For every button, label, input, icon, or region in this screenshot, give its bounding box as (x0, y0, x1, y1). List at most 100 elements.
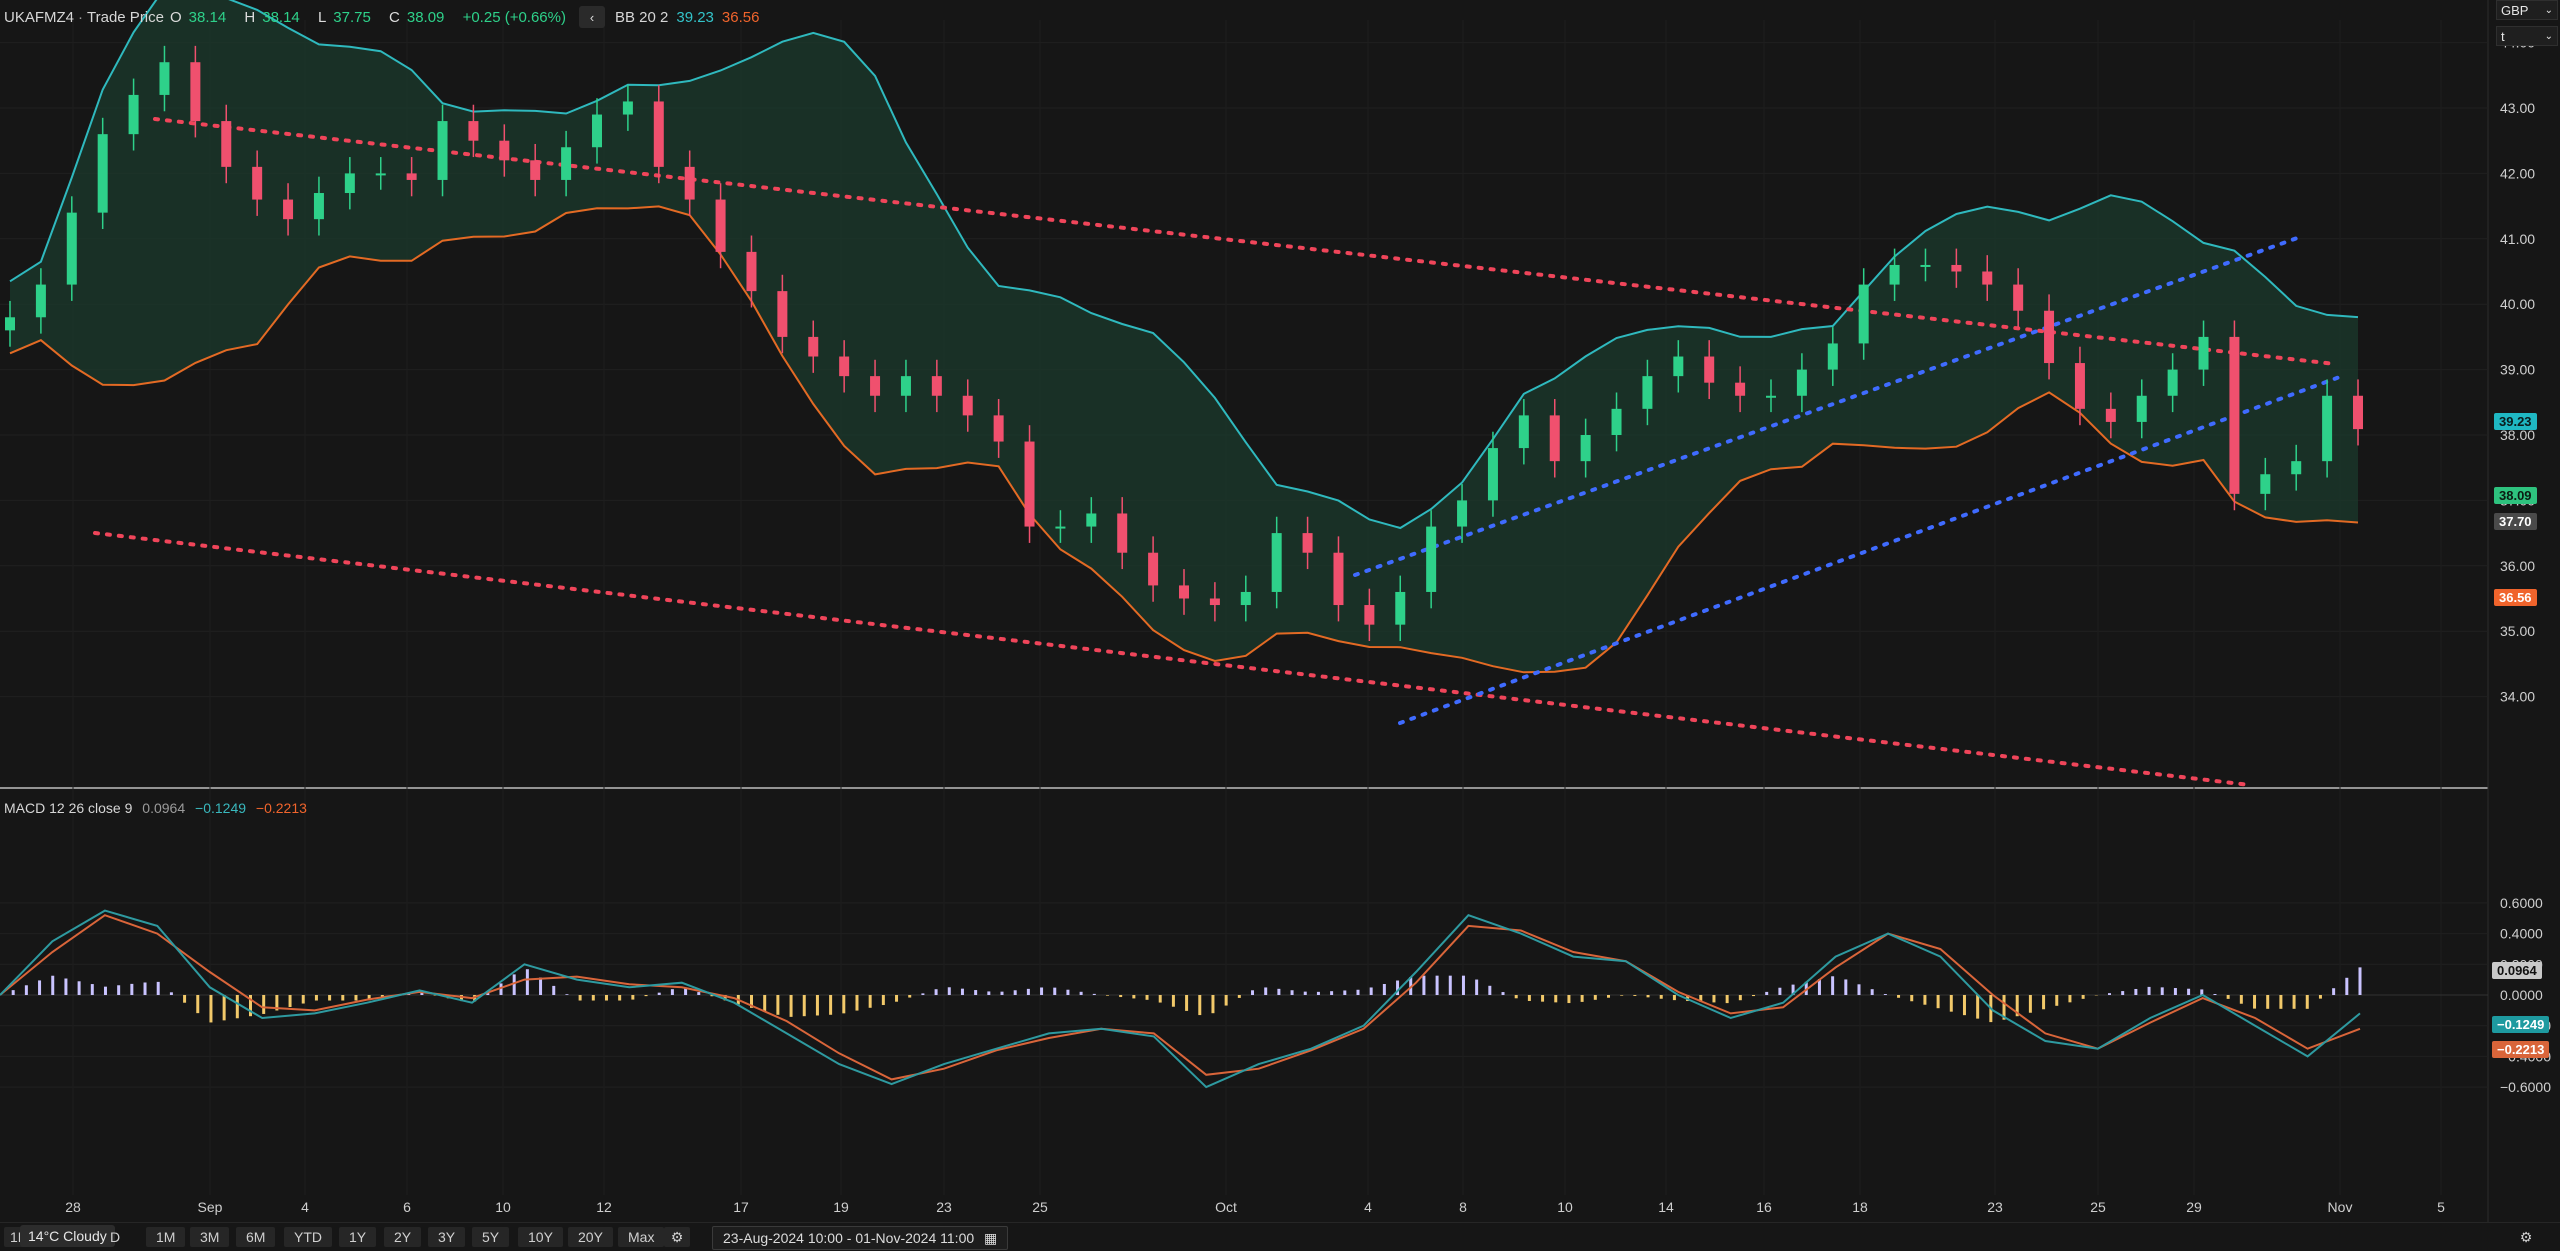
candle-body (1487, 448, 1498, 501)
candle-body (1580, 435, 1591, 462)
range-button-3m[interactable]: 3M (190, 1227, 230, 1247)
range-button-3y[interactable]: 3Y (428, 1227, 466, 1247)
candle-body (2260, 474, 2271, 494)
time-tick-label: 16 (1756, 1199, 1772, 1215)
candle-body (1611, 408, 1622, 435)
candle-body (1858, 284, 1869, 344)
range-button-5y[interactable]: 5Y (472, 1227, 510, 1247)
time-tick-label: 10 (495, 1199, 511, 1215)
symbol-label: UKAFMZ4 (4, 8, 75, 26)
candle-body (870, 376, 881, 396)
candle-body (66, 212, 77, 285)
range-button-ytd[interactable]: YTD (284, 1227, 332, 1247)
price-tick-label: 41.00 (2500, 231, 2535, 247)
candle-body (2167, 369, 2178, 396)
candle-body (2044, 310, 2055, 364)
chart-canvas[interactable]: 44.0043.0042.0041.0040.0039.0038.0037.00… (0, 0, 2560, 1250)
candle-body (2074, 363, 2085, 409)
candle-body (530, 160, 541, 180)
date-range-picker[interactable]: 23-Aug-2024 10:00 - 01-Nov-2024 11:00 ▦ (712, 1226, 1009, 1250)
candle-body (1148, 552, 1159, 586)
candle-body (97, 134, 108, 213)
time-tick-label: 5 (2437, 1199, 2445, 1215)
unit-select[interactable]: t ⌄ (2496, 26, 2558, 46)
candle-body (592, 114, 602, 148)
candle-body (1086, 513, 1097, 527)
candle-body (1982, 271, 1993, 285)
candle-body (468, 121, 479, 141)
macd-tick-label: −0.6000 (2500, 1079, 2551, 1095)
weather-widget[interactable]: 14°C Cloudy (20, 1225, 115, 1247)
time-tick-label: 23 (1987, 1199, 2003, 1215)
candle-body (1920, 264, 1931, 267)
price-tick-label: 39.00 (2500, 362, 2535, 378)
candle-body (5, 317, 15, 331)
macd-plot (0, 909, 2488, 1089)
candle-body (190, 62, 201, 122)
range-button-1m[interactable]: 1M (146, 1227, 186, 1247)
candle-body (221, 121, 232, 167)
time-tick-label: 25 (1032, 1199, 1048, 1215)
macd-line (0, 909, 2361, 1089)
time-tick-label: 8 (1459, 1199, 1467, 1215)
candle-body (1549, 415, 1560, 462)
candle-body (1271, 533, 1282, 592)
candle-body (1333, 552, 1344, 606)
gear-icon: ⚙ (670, 1229, 684, 1245)
candle-body (2136, 395, 2147, 422)
range-button-20y[interactable]: 20Y (568, 1227, 613, 1247)
candle-body (1024, 441, 1035, 527)
bb-upper-tag: 39.23 (2494, 413, 2537, 430)
time-tick-label: 4 (1364, 1199, 1372, 1215)
range-button-d[interactable]: D (104, 1227, 126, 1247)
candle-body (1766, 395, 1776, 398)
candle-body (561, 147, 572, 180)
candle-body (128, 94, 139, 135)
time-tick-label: 4 (301, 1199, 309, 1215)
candle-body (344, 173, 355, 194)
candle-body (2013, 284, 2024, 311)
time-tick-label: 19 (833, 1199, 849, 1215)
candle-body (1395, 591, 1406, 625)
range-button-max[interactable]: Max (618, 1227, 665, 1247)
collapse-legend-button[interactable]: ‹ (578, 6, 605, 28)
candle-body (499, 140, 510, 161)
time-tick-label: 12 (596, 1199, 612, 1215)
candle-body (1704, 356, 1715, 383)
candle-body (1642, 376, 1653, 409)
price-tick-label: 34.00 (2500, 689, 2535, 705)
range-button-6m[interactable]: 6M (236, 1227, 276, 1247)
gear-icon: ⚙ (2519, 1229, 2533, 1245)
range-button-2y[interactable]: 2Y (384, 1227, 422, 1247)
candle-body (1518, 415, 1529, 449)
candle-body (1457, 500, 1468, 527)
candle-body (375, 173, 386, 176)
candle-body (1827, 343, 1838, 370)
candle-body (2322, 395, 2333, 462)
time-tick-label: 17 (733, 1199, 749, 1215)
candle-body (746, 251, 757, 292)
candle-body (1673, 356, 1684, 377)
candle-body (931, 376, 942, 396)
macd-tick-label: 0.0000 (2500, 987, 2543, 1003)
candle-body (252, 166, 263, 200)
price-tick-label: 35.00 (2500, 623, 2535, 639)
candle-body (1364, 605, 1375, 625)
range-settings-button[interactable]: ⚙ (664, 1227, 690, 1247)
chevron-left-icon: ‹ (589, 9, 595, 25)
macd-label: MACD 12 26 close 9 (4, 800, 133, 816)
candle-body (1209, 598, 1220, 606)
range-button-10y[interactable]: 10Y (518, 1227, 563, 1247)
calendar-icon: ▦ (984, 1230, 998, 1246)
time-tick-label: 6 (403, 1199, 411, 1215)
currency-select[interactable]: GBP ⌄ (2496, 0, 2558, 20)
range-button-1y[interactable]: 1Y (339, 1227, 377, 1247)
macd-signal-tag: −0.2213 (2492, 1041, 2550, 1058)
candle-body (35, 284, 46, 318)
time-tick-label: 18 (1852, 1199, 1868, 1215)
candle-body (2198, 336, 2209, 370)
chart-settings-button[interactable]: ⚙ (2512, 1227, 2540, 1247)
candle-body (437, 121, 448, 180)
macd-tick-label: 0.6000 (2500, 895, 2543, 911)
last-price-tag: 38.09 (2494, 487, 2537, 504)
